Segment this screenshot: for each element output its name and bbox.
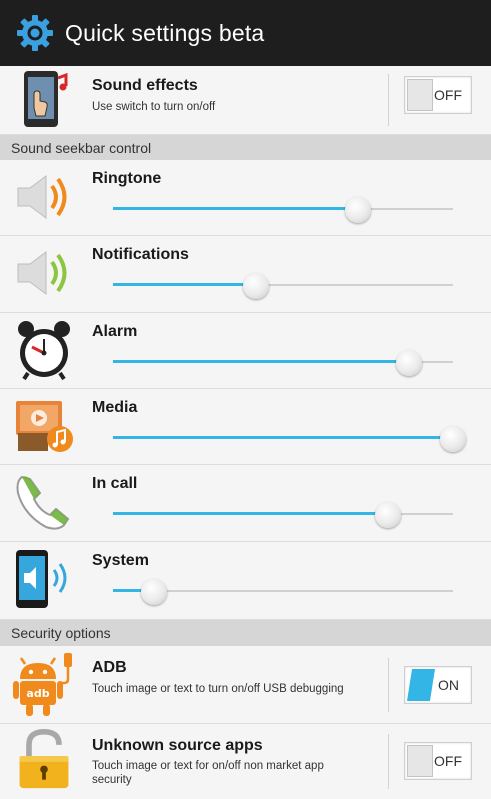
svg-text:adb: adb [26, 687, 49, 700]
padlock-icon[interactable] [12, 728, 76, 790]
slider-row-ringtone: Ringtone [0, 160, 491, 236]
touch-sound-icon[interactable] [12, 68, 76, 130]
unknown-sources-row[interactable]: Unknown source apps Touch image or text … [0, 724, 491, 799]
slider-thumb[interactable] [395, 350, 422, 376]
slider-label: System [92, 552, 149, 569]
slider-label: Notifications [92, 246, 189, 263]
alarm-clock-icon [12, 319, 76, 381]
sound-effects-toggle[interactable]: OFF [404, 76, 472, 114]
slider-thumb[interactable] [140, 579, 167, 605]
speaker-green-icon [12, 242, 76, 304]
unknown-sources-toggle[interactable]: OFF [404, 742, 472, 780]
slider-row-notifications: Notifications [0, 236, 491, 313]
toggle-state-label: OFF [434, 753, 462, 769]
toggle-knob [407, 745, 433, 777]
slider-label: Media [92, 399, 138, 416]
unknown-sources-label[interactable]: Unknown source apps [92, 737, 263, 755]
toggle-state-label: ON [438, 677, 459, 693]
toggle-knob [407, 79, 433, 111]
slider-fill [113, 207, 358, 210]
android-usb-icon[interactable]: adb [12, 648, 76, 720]
slider-fill [113, 283, 256, 286]
slider-label: Ringtone [92, 170, 162, 187]
sound-effects-label[interactable]: Sound effects [92, 77, 198, 95]
slider-fill [113, 436, 453, 439]
phone-icon [12, 471, 76, 533]
adb-row[interactable]: adb ADB Touch image or text to turn on/o… [0, 646, 491, 724]
unknown-sources-description: Touch image or text for on/off non marke… [92, 760, 324, 786]
adb-label[interactable]: ADB [92, 659, 127, 677]
volume-slider[interactable] [113, 194, 453, 224]
slider-label: In call [92, 475, 138, 492]
action-bar: Quick settings beta [0, 0, 491, 66]
speaker-orange-icon [12, 166, 76, 228]
section-header-sound: Sound seekbar control [0, 135, 491, 161]
slider-fill [113, 360, 409, 363]
volume-slider[interactable] [113, 576, 453, 606]
media-icon [12, 395, 76, 457]
section-header-security: Security options [0, 620, 491, 646]
slider-row-in-call: In call [0, 465, 491, 542]
divider [388, 74, 389, 126]
slider-fill [113, 512, 389, 515]
slider-row-alarm: Alarm [0, 313, 491, 389]
toggle-knob [407, 669, 435, 701]
slider-thumb[interactable] [375, 502, 402, 528]
divider [388, 658, 389, 712]
slider-label: Alarm [92, 323, 138, 340]
slider-row-system: System [0, 542, 491, 620]
volume-slider[interactable] [113, 347, 453, 377]
sound-effects-description: Use switch to turn on/off [92, 101, 216, 113]
phone-speaker-icon [12, 548, 76, 610]
slider-thumb[interactable] [440, 426, 466, 452]
divider [388, 734, 389, 789]
volume-slider[interactable] [113, 499, 453, 529]
gear-icon[interactable] [15, 13, 55, 53]
sound-effects-row[interactable]: Sound effects Use switch to turn on/off … [0, 66, 491, 135]
adb-toggle[interactable]: ON [404, 666, 472, 704]
page-title: Quick settings beta [65, 19, 265, 46]
slider-row-media: Media [0, 389, 491, 465]
toggle-state-label: OFF [434, 87, 462, 103]
slider-thumb[interactable] [242, 273, 269, 299]
slider-thumb[interactable] [344, 197, 371, 223]
volume-slider[interactable] [113, 270, 453, 300]
volume-slider[interactable] [113, 423, 466, 453]
adb-description: Touch image or text to turn on/off USB d… [92, 683, 344, 695]
